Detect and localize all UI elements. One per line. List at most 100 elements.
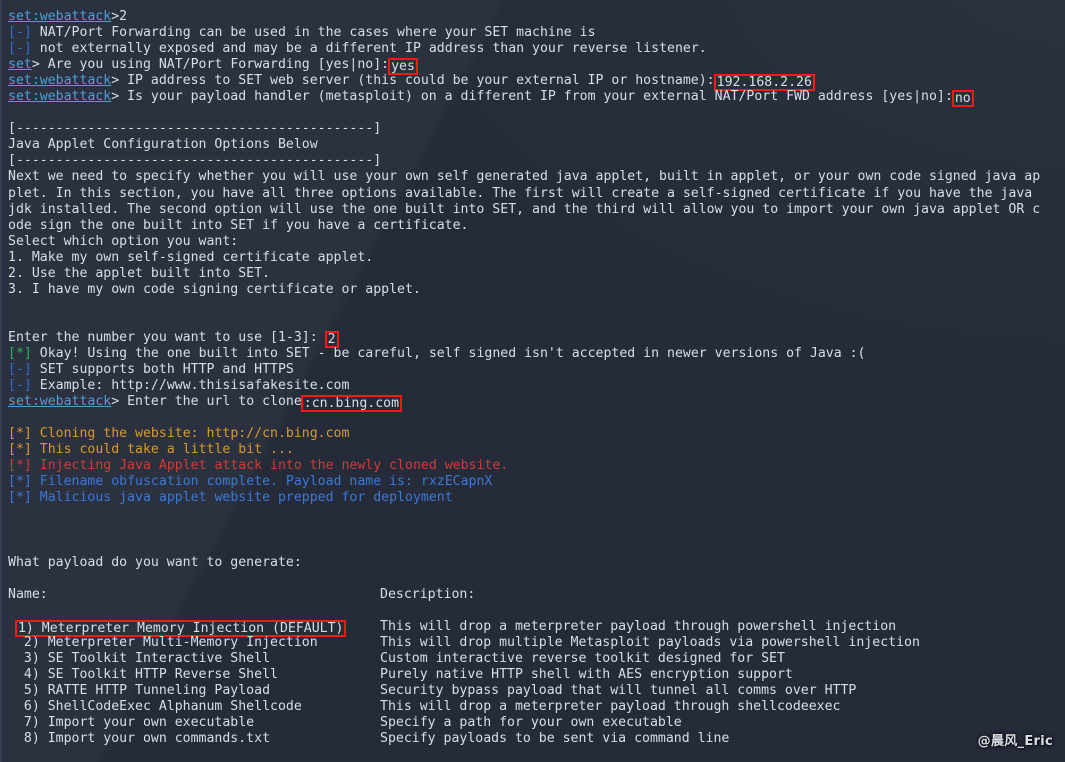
take-a-bit-text: This could take a little bit ...: [39, 442, 294, 458]
ip-question-text: > IP address to SET web server (this cou…: [111, 73, 715, 89]
line-nat-question: set> Are you using NAT/Port Forwarding […: [8, 57, 1065, 76]
what-payload-question: What payload do you want to generate:: [8, 554, 302, 570]
payload-description: This will drop a meterpreter payload thr…: [380, 699, 841, 715]
terminal-window[interactable]: set:webattack>2 [-] NAT/Port Forwarding …: [0, 0, 1065, 762]
applet-option-2: 2. Use the applet built into SET.: [8, 265, 271, 281]
highlight-clone-url: :cn.bing.com: [300, 395, 403, 413]
enter-number-text: Enter the number you want to use [1-3]:: [8, 329, 318, 345]
example-url-text: Example: http://www.thisisafakesite.com: [39, 378, 350, 394]
section-title-java-applet: Java Applet Configuration Options Below: [8, 137, 318, 153]
answer-handler-different-ip: no: [954, 91, 971, 107]
answer-nat-forwarding: yes: [391, 59, 415, 75]
clone-url-text: > Enter the url to clone: [111, 394, 302, 410]
paragraph-line-1: Next we need to specify whether you will…: [8, 169, 1041, 185]
answer-clone-url: :cn.bing.com: [303, 396, 400, 412]
line-http-support: [-] SET supports both HTTP and HTTPS: [8, 362, 1065, 378]
table-row[interactable]: 5) RATTE HTTP Tunneling Payload Security …: [8, 683, 1065, 699]
line-example-url: [-] Example: http://www.thisisafakesite.…: [8, 378, 1065, 394]
payload-description: Purely native HTTP shell with AES encryp…: [380, 666, 793, 682]
payload-name: 7) Import your own executable: [8, 715, 255, 731]
table-row[interactable]: 8) Import your own commands.txt Specify p…: [8, 731, 1065, 747]
select-option-prompt: Select which option you want:: [8, 233, 239, 249]
obfuscation-text: Filename obfuscation complete. Payload n…: [39, 474, 493, 490]
payload-name: 4) SE Toolkit HTTP Reverse Shell: [8, 666, 278, 682]
table-row[interactable]: 7) Import your own executable Specify a p…: [8, 715, 1065, 731]
applet-option-3: 3. I have my own code signing certificat…: [8, 281, 421, 297]
nat-question-text: > Are you using NAT/Port Forwarding [yes…: [31, 57, 390, 73]
payload-list: 1) Meterpreter Memory Injection (DEFAULT…: [8, 619, 1065, 747]
line-ip-question: set:webattack> IP address to SET web ser…: [8, 73, 1065, 92]
paragraph-line-3: jdk installed. The second option will us…: [8, 201, 1041, 217]
payload-name: 6) ShellCodeExec Alphanum Shellcode: [8, 699, 302, 715]
payload-header-name: Name:: [8, 586, 48, 602]
status-prefix-minus: [-]: [8, 41, 32, 57]
table-row[interactable]: 3) SE Toolkit Interactive Shell Custom in…: [8, 651, 1065, 667]
injecting-text: Injecting Java Applet attack into the ne…: [39, 458, 509, 474]
line-set-webattack-2: set:webattack>2: [8, 9, 1065, 25]
line-injecting: [*] Injecting Java Applet attack into th…: [8, 458, 1065, 474]
prompt-set-webattack: set:webattack: [8, 73, 112, 89]
applet-option-1: 1. Make my own self-signed certificate a…: [8, 249, 374, 265]
line-obfuscation: [*] Filename obfuscation complete. Paylo…: [8, 474, 1065, 490]
status-prefix-star: [*]: [8, 442, 32, 458]
prompt-set: set: [8, 57, 32, 73]
payload-table-header: Name: Description:: [8, 587, 1065, 603]
line-nat-info-1: [-] NAT/Port Forwarding can be used in t…: [8, 25, 1065, 41]
status-prefix-star: [*]: [8, 345, 32, 361]
table-row[interactable]: 2) Meterpreter Multi-Memory Injection Thi…: [8, 635, 1065, 651]
payload-description: Specify a path for your own executable: [380, 715, 682, 731]
input-menu-choice: >2: [111, 9, 128, 24]
paragraph-line-4: ode sign the one built into SET if you h…: [8, 217, 469, 233]
line-take-a-bit: [*] This could take a little bit ...: [8, 442, 1065, 458]
line-handler-question: set:webattack> Is your payload handler (…: [8, 89, 1065, 108]
line-nat-info-2: [-] not externally exposed and may be a …: [8, 41, 1065, 57]
payload-name: 3) SE Toolkit Interactive Shell: [8, 650, 271, 666]
payload-name: 8) Import your own commands.txt: [8, 731, 271, 747]
line-prepped: [*] Malicious java applet website preppe…: [8, 490, 1065, 506]
prepped-text: Malicious java applet website prepped fo…: [39, 490, 453, 506]
status-prefix-star: [*]: [8, 490, 32, 506]
prompt-set-webattack: set:webattack: [8, 394, 112, 410]
payload-description: This will drop a meterpreter payload thr…: [380, 618, 897, 634]
handler-question-text: > Is your payload handler (metasploit) o…: [111, 89, 953, 105]
status-prefix-star: [*]: [8, 474, 32, 490]
prompt-set-webattack: set:webattack: [8, 9, 112, 24]
payload-description: Security bypass payload that will tunnel…: [380, 682, 857, 698]
payload-name: 1) Meterpreter Memory Injection (DEFAULT…: [8, 619, 380, 637]
table-row[interactable]: 4) SE Toolkit HTTP Reverse Shell Purely n…: [8, 667, 1065, 683]
status-prefix-minus: [-]: [8, 378, 32, 394]
line-enter-number: Enter the number you want to use [1-3]: …: [8, 329, 1065, 348]
status-prefix-star: [*]: [8, 426, 32, 442]
http-support-text: SET supports both HTTP and HTTPS: [39, 362, 294, 378]
payload-description: This will drop multiple Metasploit paylo…: [380, 634, 920, 650]
nat-info-text-2: not externally exposed and may be a diff…: [39, 41, 707, 57]
table-row[interactable]: 1) Meterpreter Memory Injection (DEFAULT…: [8, 618, 1065, 637]
paragraph-line-2: plet. In this section, you have all thre…: [8, 185, 1033, 201]
prompt-set-webattack: set:webattack: [8, 89, 112, 105]
watermark: @晨风_Eric: [977, 733, 1053, 749]
nat-info-text-1: NAT/Port Forwarding can be used in the c…: [39, 25, 596, 41]
terminal-screen: set:webattack>2 [-] NAT/Port Forwarding …: [0, 9, 1065, 762]
payload-description: Specify payloads to be sent via command …: [380, 731, 730, 747]
line-okay-builtin: [*] Okay! Using the one built into SET -…: [8, 346, 1065, 362]
answer-applet-choice: 2: [327, 331, 336, 347]
table-row[interactable]: 6) ShellCodeExec Alphanum Shellcode This …: [8, 699, 1065, 715]
status-prefix-minus: [-]: [8, 362, 32, 378]
line-clone-url-question: set:webattack> Enter the url to clone:cn…: [8, 394, 1065, 413]
highlight-handler-answer: no: [951, 90, 974, 108]
answer-ip-address: 192.168.2.26: [716, 75, 812, 91]
line-cloning: [*] Cloning the website: http://cn.bing.…: [8, 426, 1065, 442]
status-prefix-minus: [-]: [8, 25, 32, 41]
payload-name: 2) Meterpreter Multi-Memory Injection: [8, 634, 318, 650]
status-prefix-star: [*]: [8, 458, 32, 474]
payload-description: Custom interactive reverse toolkit desig…: [380, 650, 785, 666]
